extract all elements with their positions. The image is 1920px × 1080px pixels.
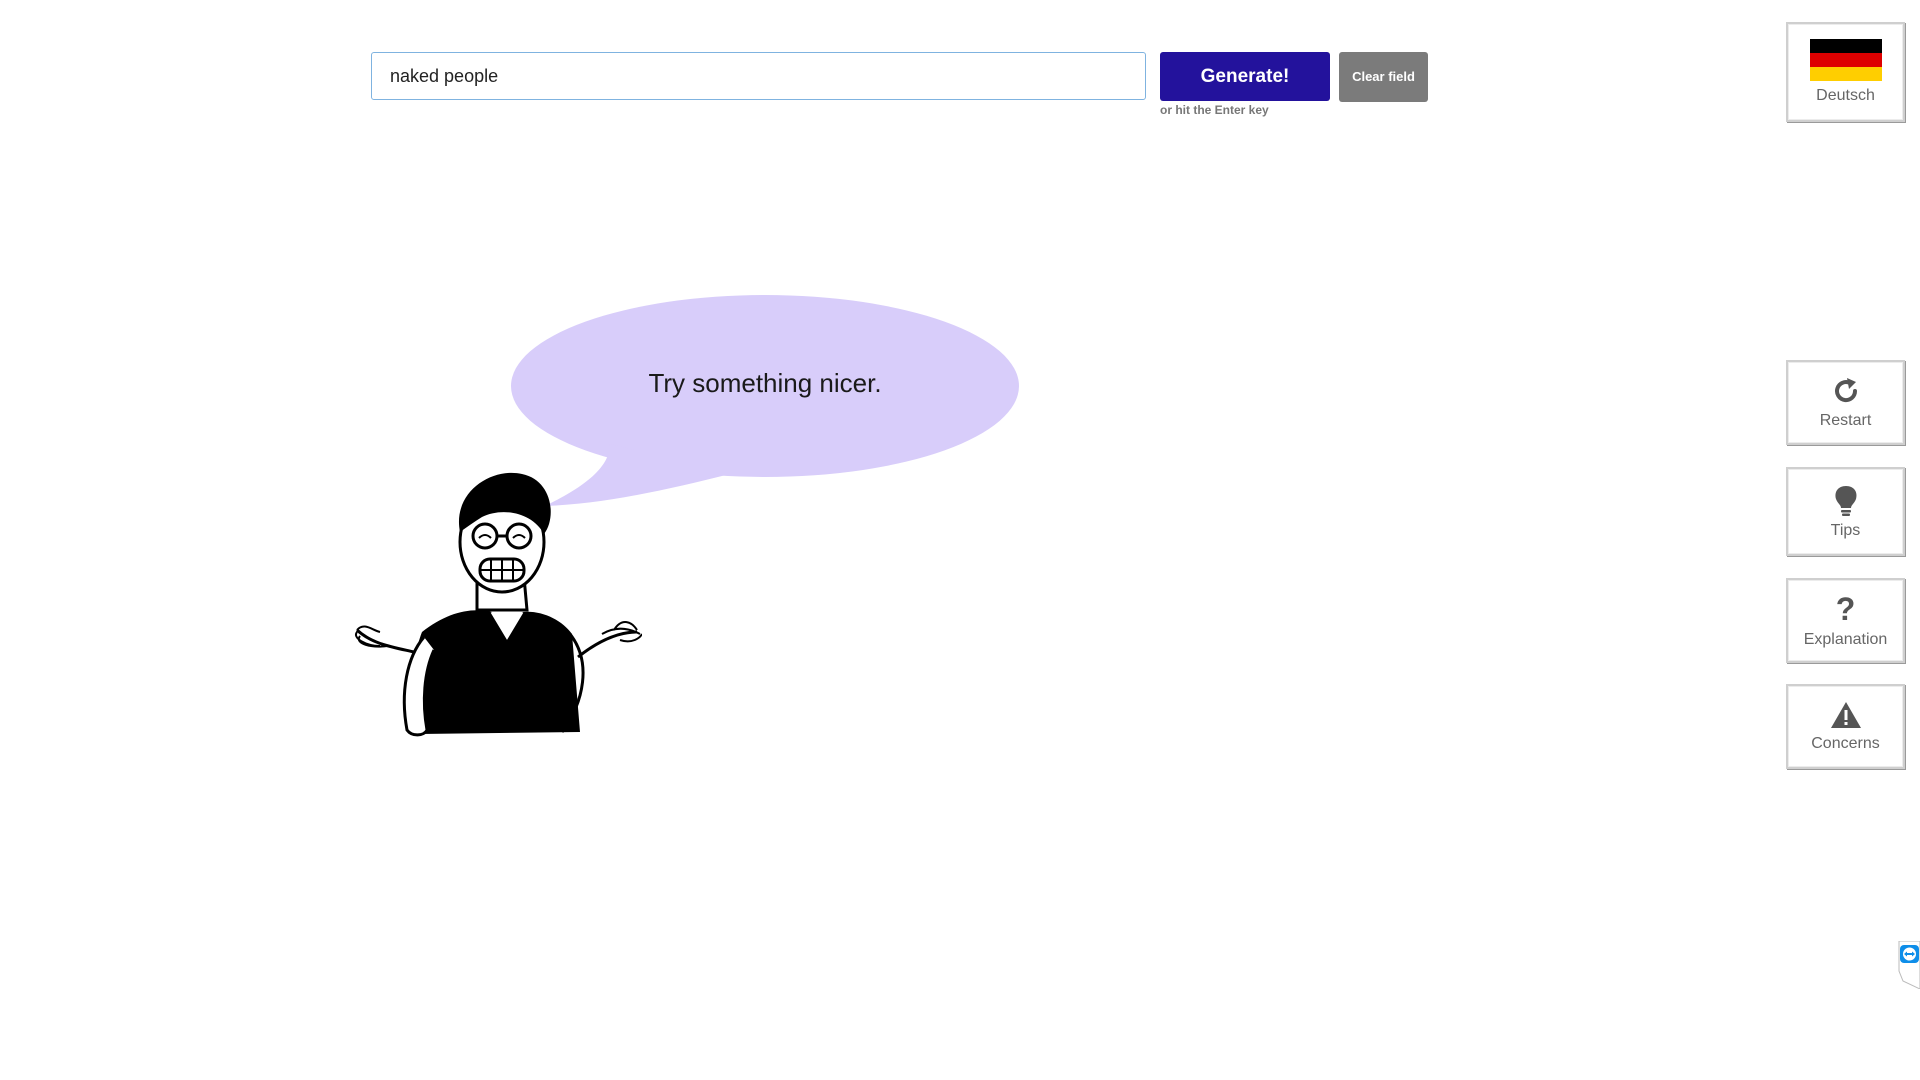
lightbulb-icon — [1834, 485, 1857, 516]
concerns-label: Concerns — [1811, 734, 1880, 752]
language-button[interactable]: Deutsch — [1786, 22, 1905, 122]
enter-key-hint: or hit the Enter key — [1160, 103, 1269, 117]
prompt-input[interactable] — [371, 52, 1146, 100]
tips-label: Tips — [1830, 521, 1861, 539]
explanation-label: Explanation — [1803, 630, 1888, 648]
teamviewer-icon[interactable] — [1895, 941, 1920, 989]
bubble-message: Try something nicer. — [648, 368, 882, 398]
german-flag-icon — [1809, 39, 1882, 81]
tips-button[interactable]: Tips — [1786, 467, 1905, 556]
warning-icon — [1830, 701, 1861, 728]
concerns-button[interactable]: Concerns — [1786, 684, 1905, 769]
restart-icon — [1834, 377, 1857, 402]
page: Generate! or hit the Enter key Clear fie… — [0, 0, 1920, 1080]
language-label: Deutsch — [1816, 87, 1875, 104]
restart-label: Restart — [1819, 411, 1872, 429]
restart-button[interactable]: Restart — [1786, 360, 1905, 445]
shrugging-person-illustration — [355, 472, 642, 737]
clear-field-button[interactable]: Clear field — [1339, 52, 1428, 102]
generate-button[interactable]: Generate! — [1160, 52, 1330, 101]
explanation-button[interactable]: ? Explanation — [1786, 578, 1905, 663]
question-mark-icon: ? — [1835, 590, 1856, 627]
